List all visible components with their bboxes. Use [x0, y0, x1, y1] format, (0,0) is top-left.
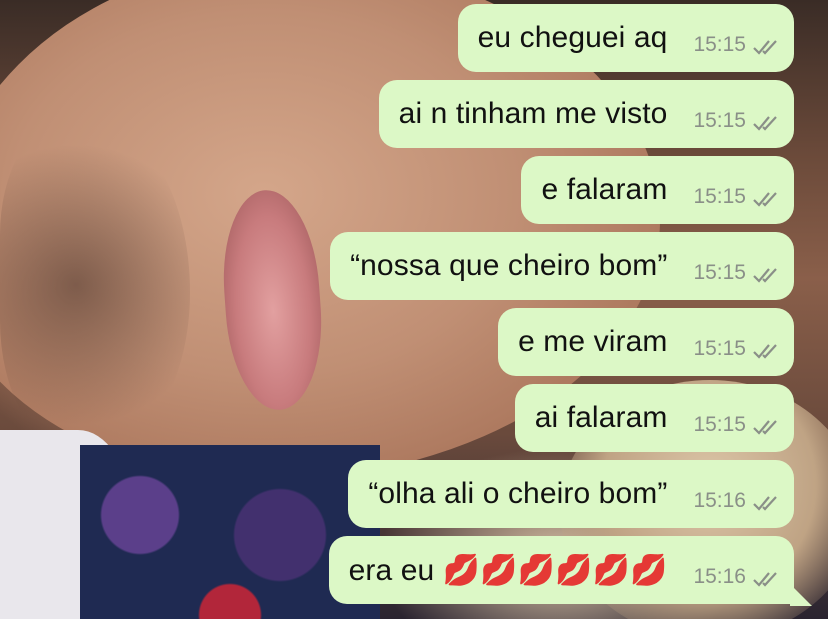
message-time: 15:16: [693, 565, 746, 588]
chat-thread: eu cheguei aq 15:15 ai n tinham me visto…: [0, 0, 828, 619]
message-meta: 15:15: [693, 323, 782, 361]
read-double-check-icon: [752, 493, 782, 513]
message-text: ai falaram: [534, 401, 668, 434]
message-meta: 15:15: [693, 171, 782, 209]
message-text: e me viram: [518, 325, 668, 358]
message-text: eu cheguei aq: [477, 21, 668, 54]
read-double-check-icon: [752, 265, 782, 285]
message-meta: 15:15: [693, 19, 782, 57]
message-bubble[interactable]: era eu 💋💋💋💋💋💋 15:16: [328, 536, 794, 604]
message-time: 15:15: [693, 185, 746, 208]
message-bubble[interactable]: ai falaram 15:15: [514, 384, 794, 452]
read-double-check-icon: [752, 341, 782, 361]
message-time: 15:16: [693, 489, 746, 512]
message-meta: 15:15: [693, 399, 782, 437]
bubble-tail: [790, 584, 812, 606]
message-text: ai n tinham me visto: [398, 97, 668, 130]
message-time: 15:15: [693, 109, 746, 132]
message-meta: 15:15: [693, 247, 782, 285]
message-text: e falaram: [541, 173, 668, 206]
message-bubble[interactable]: e falaram 15:15: [521, 156, 794, 224]
read-double-check-icon: [752, 569, 782, 589]
message-meta: 15:15: [693, 95, 782, 133]
message-bubble[interactable]: e me viram 15:15: [498, 308, 794, 376]
message-time: 15:15: [693, 413, 746, 436]
message-meta: 15:16: [693, 475, 782, 513]
message-time: 15:15: [693, 33, 746, 56]
message-text: “nossa que cheiro bom”: [350, 249, 668, 282]
message-bubble[interactable]: eu cheguei aq 15:15: [457, 4, 794, 72]
message-bubble[interactable]: ai n tinham me visto 15:15: [378, 80, 794, 148]
read-double-check-icon: [752, 37, 782, 57]
message-time: 15:15: [693, 337, 746, 360]
message-meta: 15:16: [693, 551, 782, 589]
read-double-check-icon: [752, 113, 782, 133]
message-text: era eu 💋💋💋💋💋💋: [348, 553, 668, 587]
message-bubble[interactable]: “olha ali o cheiro bom” 15:16: [348, 460, 794, 528]
message-bubble[interactable]: “nossa que cheiro bom” 15:15: [330, 232, 794, 300]
message-text: “olha ali o cheiro bom”: [368, 477, 668, 510]
message-time: 15:15: [693, 261, 746, 284]
read-double-check-icon: [752, 417, 782, 437]
read-double-check-icon: [752, 189, 782, 209]
